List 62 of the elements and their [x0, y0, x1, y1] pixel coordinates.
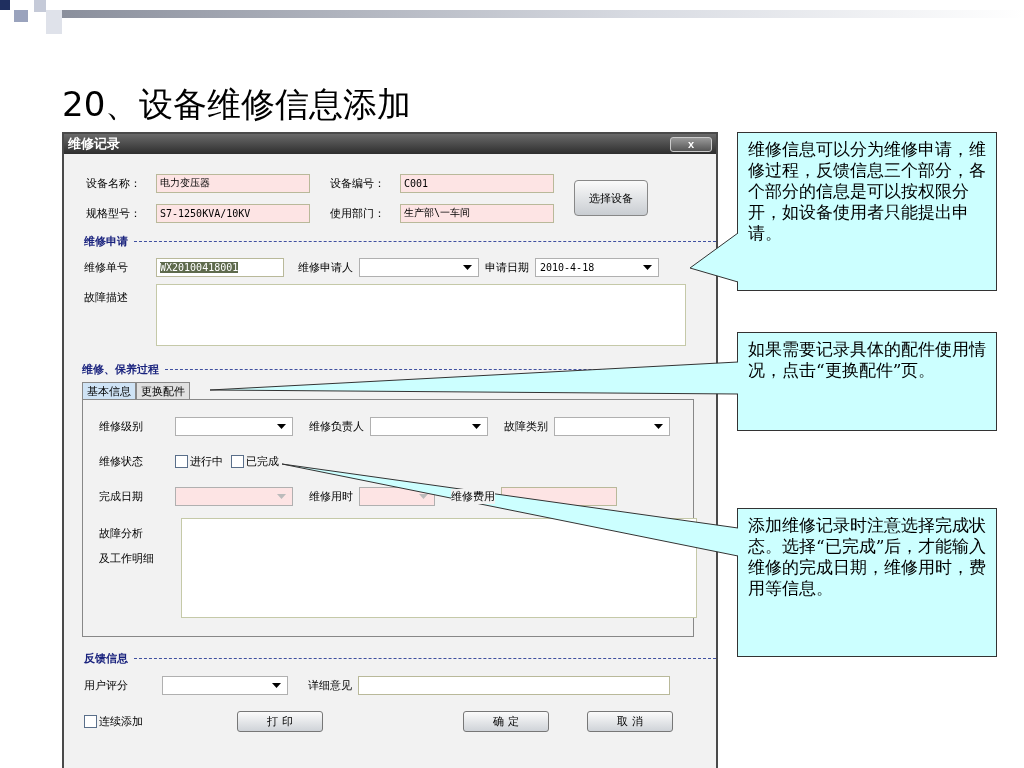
field-label: 设备名称：	[86, 175, 142, 191]
field-label: 故障分析	[99, 526, 144, 541]
field-label: 维修单号	[84, 259, 129, 275]
input-field[interactable]: S7-1250KVA/10KV	[156, 203, 310, 223]
print-button[interactable]: 打 印	[237, 710, 323, 732]
field-label: 维修负责人	[309, 418, 364, 434]
field-label: 维修费用	[451, 489, 495, 504]
field-label: 故障类别	[504, 418, 548, 434]
confirm-button[interactable]: 确 定	[463, 710, 549, 732]
dropdown-field[interactable]	[370, 416, 488, 436]
dropdown-field[interactable]	[554, 416, 670, 436]
field-label: 维修用时	[309, 489, 353, 504]
window-title: 维修记录	[68, 135, 120, 153]
dropdown-caret-icon	[463, 264, 472, 270]
callout-note: 添加维修记录时注意选择完成状态。选择“已完成”后，才能输入维修的完成日期，维修用时，费用等信息。	[737, 508, 997, 657]
field-label: 故障描述	[84, 290, 129, 305]
field-label: 及工作明细	[99, 551, 155, 566]
callout-note: 维修信息可以分为维修申请，维修过程，反馈信息三个部分，各个部分的信息是可以按权限分开，如设备使用者只能提出申请。	[737, 132, 997, 291]
dropdown-caret-icon	[272, 682, 281, 688]
cancel-button[interactable]: 取 消	[587, 710, 673, 732]
input-field[interactable]	[358, 675, 670, 695]
field-label: 规格型号：	[86, 205, 142, 221]
description-textarea[interactable]	[156, 284, 686, 346]
dropdown-caret-icon	[654, 423, 663, 429]
field-label: 维修级别	[99, 418, 144, 434]
dropdown-field[interactable]	[175, 487, 293, 506]
field-label: 用户评分	[84, 677, 129, 693]
section-heading: 维修、保养过程	[82, 361, 159, 377]
dropdown-field[interactable]	[175, 416, 293, 436]
dropdown-caret-icon	[277, 494, 286, 499]
field-label: 详细意见	[308, 677, 352, 693]
field-label: 维修申请人	[298, 259, 353, 275]
field-label: 维修状态	[99, 454, 144, 469]
input-field[interactable]: C001	[400, 173, 554, 193]
select-equipment-button[interactable]: 选择设备	[574, 180, 648, 216]
dropdown-caret-icon	[472, 423, 481, 429]
field-label: 申请日期	[485, 259, 529, 275]
dropdown-caret-icon	[277, 423, 286, 429]
dropdown-caret-icon	[643, 264, 652, 270]
slide-title: 20、设备维修信息添加	[62, 83, 412, 126]
tab[interactable]: 基本信息	[82, 382, 136, 399]
analysis-textarea[interactable]	[181, 518, 697, 618]
input-field[interactable]: 生产部\一车间	[400, 203, 554, 223]
close-button[interactable]: x	[670, 136, 712, 152]
callout-pointer	[689, 232, 739, 283]
dropdown-field[interactable]: 2010-4-18	[535, 257, 659, 277]
checkbox[interactable]: 连续添加	[84, 713, 143, 729]
checkbox[interactable]: 进行中	[175, 454, 223, 469]
dropdown-caret-icon	[419, 494, 428, 499]
section-heading: 维修申请	[84, 233, 128, 249]
dropdown-field[interactable]	[359, 257, 479, 277]
field-label: 使用部门：	[330, 205, 386, 221]
input-field[interactable]: 电力变压器	[156, 173, 310, 193]
field-label: 完成日期	[99, 489, 144, 504]
callout-note: 如果需要记录具体的配件使用情况，点击“更换配件”页。	[737, 332, 997, 431]
dropdown-field[interactable]	[162, 675, 288, 695]
input-field[interactable]: WX20100418001	[156, 257, 284, 277]
corner-squares-drawing	[0, 0, 62, 34]
section-heading: 反馈信息	[84, 650, 128, 666]
checkbox[interactable]: 已完成	[231, 454, 279, 469]
field-label: 设备编号：	[330, 175, 386, 191]
tab[interactable]: 更换配件	[136, 382, 190, 399]
